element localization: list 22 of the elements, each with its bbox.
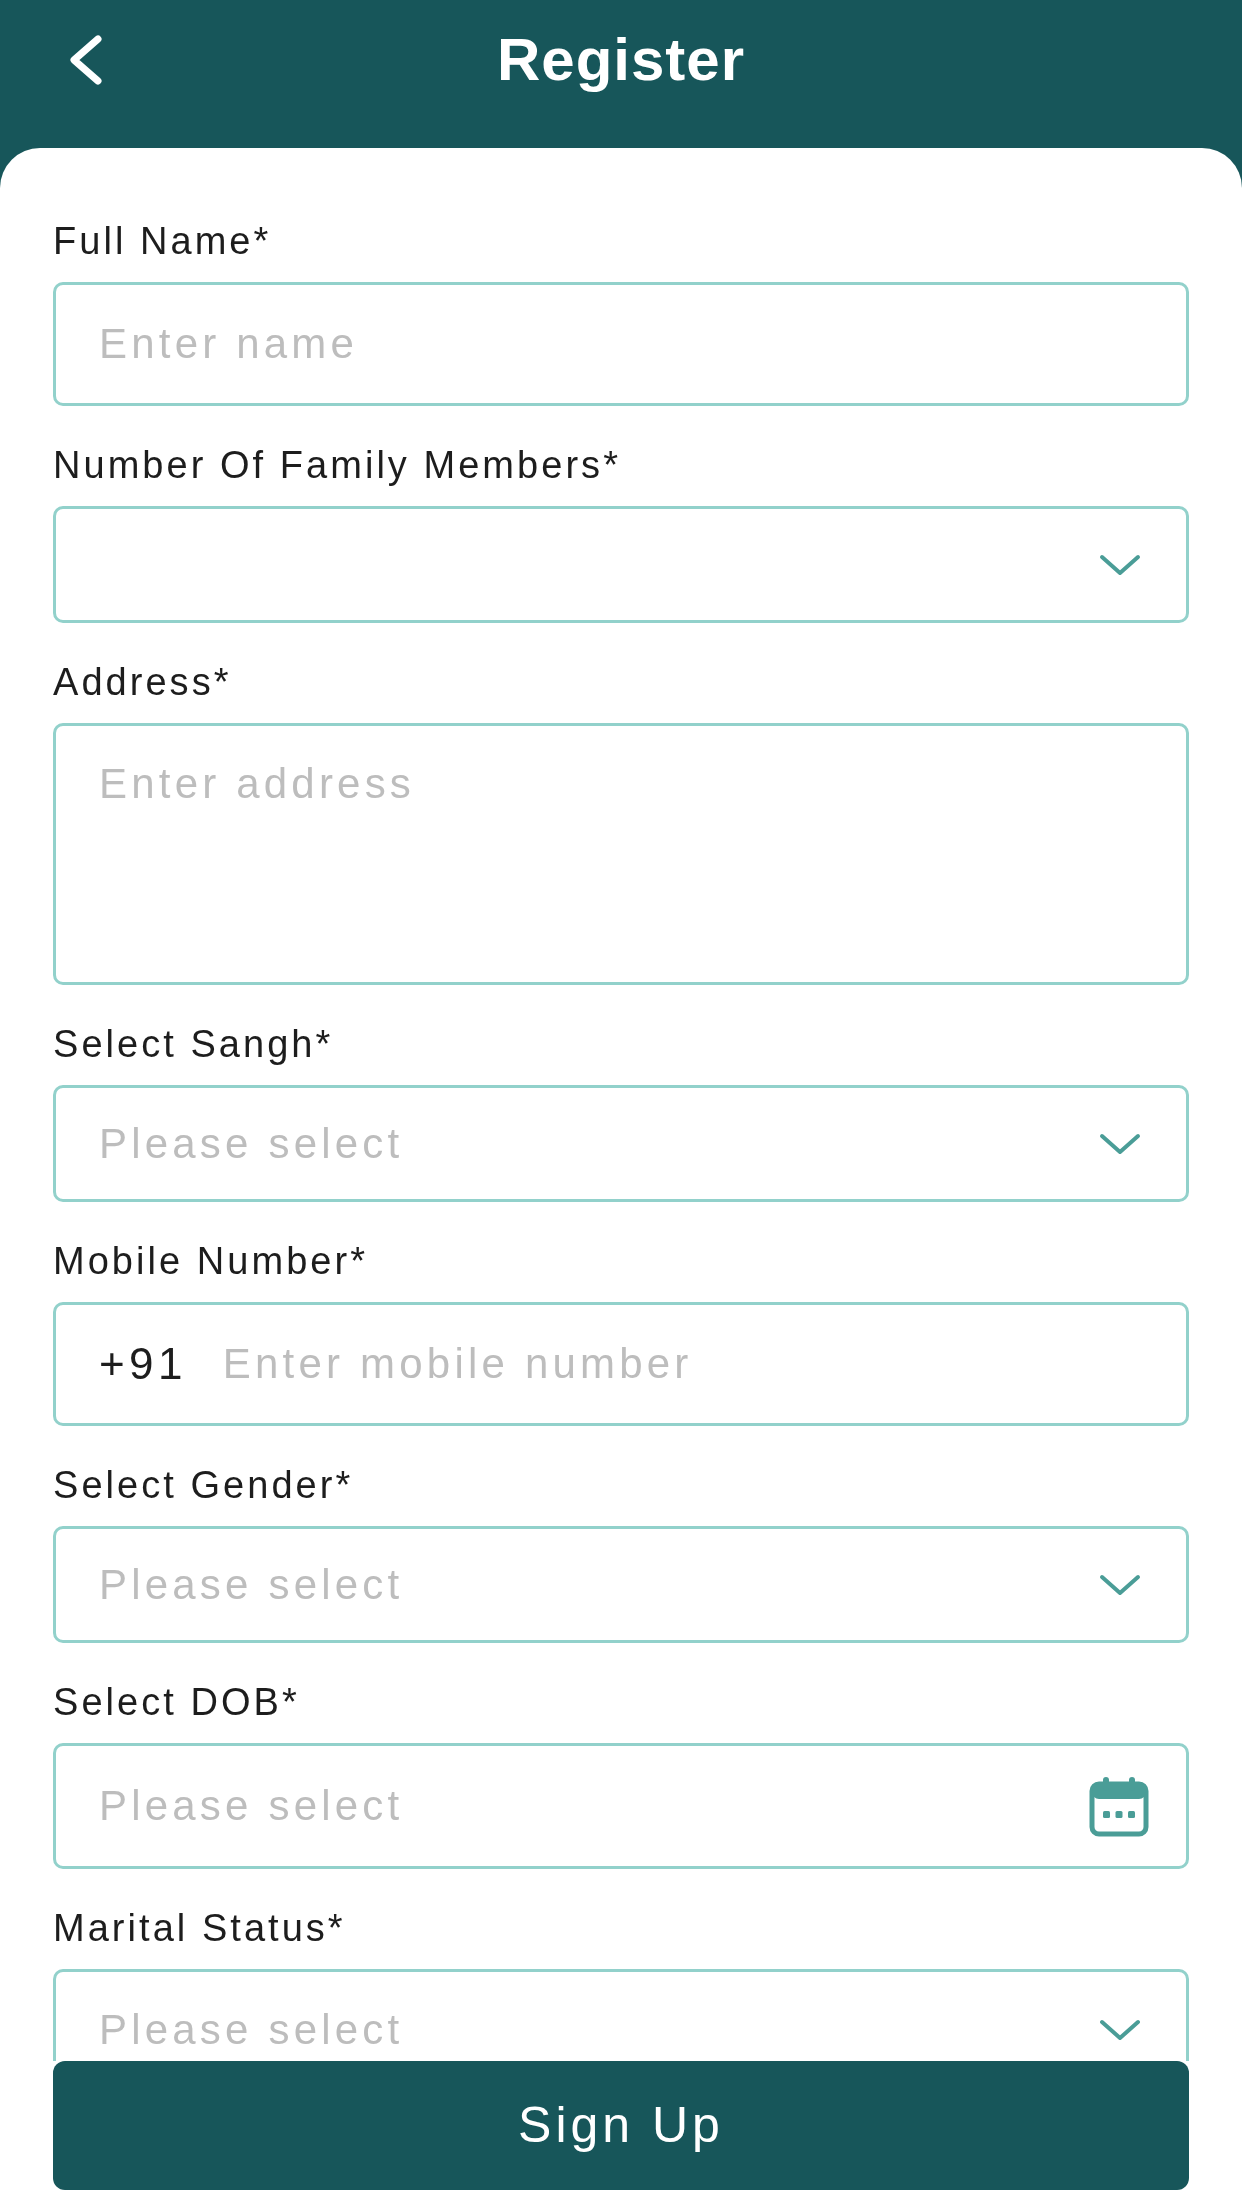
phone-input[interactable]: +91 Enter mobile number (53, 1302, 1189, 1426)
field-label: Select Sangh* (53, 1022, 335, 1066)
chevron-down-icon (1099, 2019, 1141, 2041)
field-label: Mobile Number* (53, 1239, 369, 1283)
page-title: Register (496, 25, 746, 95)
field-label: Select Gender* (53, 1463, 355, 1507)
field-label: Number Of Family Members* (53, 443, 622, 487)
chevron-down-icon (1099, 553, 1141, 576)
sign-up-button[interactable]: Sign Up (53, 2061, 1189, 2190)
dropdown[interactable]: Please select (53, 1085, 1189, 1202)
text-area[interactable]: Enter address (53, 723, 1189, 985)
chevron-down-icon (1099, 1132, 1141, 1155)
date-picker[interactable]: Please select (53, 1743, 1189, 1869)
field-label: Address* (53, 660, 233, 704)
field-label: Full Name* (53, 219, 273, 263)
field-label: Select DOB* (53, 1680, 301, 1724)
field-label: Marital Status* (53, 1906, 347, 1950)
dropdown[interactable]: Please select (53, 1969, 1189, 2061)
calendar-icon (1088, 1775, 1150, 1837)
dropdown[interactable]: Please select (53, 1526, 1189, 1643)
chevron-down-icon (1099, 1573, 1141, 1596)
text-input[interactable]: Enter name (53, 282, 1189, 406)
